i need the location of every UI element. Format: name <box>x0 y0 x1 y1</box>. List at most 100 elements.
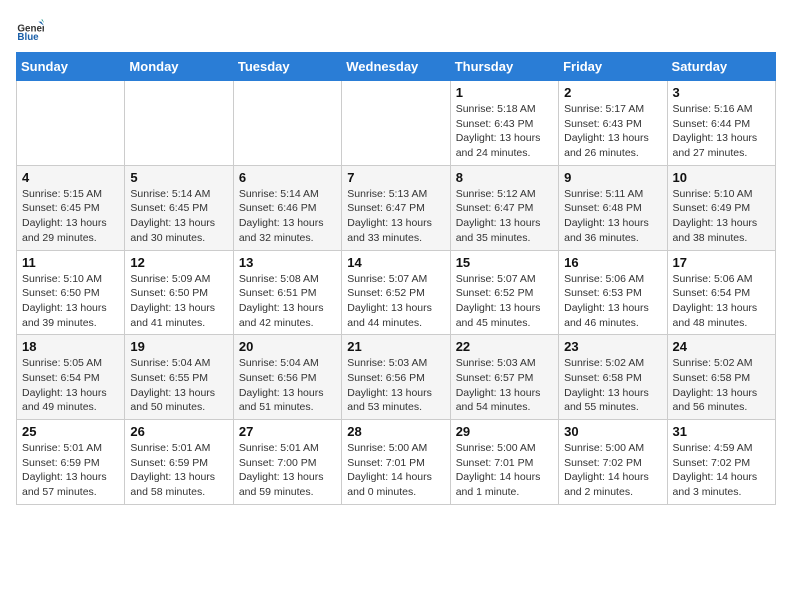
day-info: Sunrise: 5:06 AM Sunset: 6:54 PM Dayligh… <box>673 272 770 331</box>
day-number: 29 <box>456 424 553 439</box>
day-info: Sunrise: 5:04 AM Sunset: 6:56 PM Dayligh… <box>239 356 336 415</box>
header-cell-wednesday: Wednesday <box>342 53 450 81</box>
day-number: 27 <box>239 424 336 439</box>
calendar-cell: 14 Sunrise: 5:07 AM Sunset: 6:52 PM Dayli… <box>342 250 450 335</box>
day-info: Sunrise: 5:00 AM Sunset: 7:01 PM Dayligh… <box>456 441 553 500</box>
day-number: 20 <box>239 339 336 354</box>
day-number: 30 <box>564 424 661 439</box>
day-info: Sunrise: 5:18 AM Sunset: 6:43 PM Dayligh… <box>456 102 553 161</box>
header-cell-friday: Friday <box>559 53 667 81</box>
day-info: Sunrise: 4:59 AM Sunset: 7:02 PM Dayligh… <box>673 441 770 500</box>
calendar-cell: 29 Sunrise: 5:00 AM Sunset: 7:01 PM Dayli… <box>450 420 558 505</box>
day-number: 23 <box>564 339 661 354</box>
day-number: 5 <box>130 170 227 185</box>
day-number: 10 <box>673 170 770 185</box>
day-info: Sunrise: 5:05 AM Sunset: 6:54 PM Dayligh… <box>22 356 119 415</box>
day-number: 11 <box>22 255 119 270</box>
day-info: Sunrise: 5:01 AM Sunset: 6:59 PM Dayligh… <box>22 441 119 500</box>
day-info: Sunrise: 5:10 AM Sunset: 6:50 PM Dayligh… <box>22 272 119 331</box>
calendar-cell: 5 Sunrise: 5:14 AM Sunset: 6:45 PM Daylig… <box>125 165 233 250</box>
day-info: Sunrise: 5:02 AM Sunset: 6:58 PM Dayligh… <box>673 356 770 415</box>
day-info: Sunrise: 5:07 AM Sunset: 6:52 PM Dayligh… <box>456 272 553 331</box>
day-number: 13 <box>239 255 336 270</box>
day-info: Sunrise: 5:01 AM Sunset: 6:59 PM Dayligh… <box>130 441 227 500</box>
day-number: 26 <box>130 424 227 439</box>
day-number: 31 <box>673 424 770 439</box>
calendar-cell: 24 Sunrise: 5:02 AM Sunset: 6:58 PM Dayli… <box>667 335 775 420</box>
day-info: Sunrise: 5:13 AM Sunset: 6:47 PM Dayligh… <box>347 187 444 246</box>
calendar-cell: 17 Sunrise: 5:06 AM Sunset: 6:54 PM Dayli… <box>667 250 775 335</box>
calendar-cell: 19 Sunrise: 5:04 AM Sunset: 6:55 PM Dayli… <box>125 335 233 420</box>
day-number: 1 <box>456 85 553 100</box>
day-info: Sunrise: 5:11 AM Sunset: 6:48 PM Dayligh… <box>564 187 661 246</box>
day-info: Sunrise: 5:06 AM Sunset: 6:53 PM Dayligh… <box>564 272 661 331</box>
day-info: Sunrise: 5:12 AM Sunset: 6:47 PM Dayligh… <box>456 187 553 246</box>
day-number: 25 <box>22 424 119 439</box>
day-info: Sunrise: 5:03 AM Sunset: 6:56 PM Dayligh… <box>347 356 444 415</box>
calendar-cell: 10Sunrise: 5:10 AM Sunset: 6:49 PM Dayli… <box>667 165 775 250</box>
header-cell-saturday: Saturday <box>667 53 775 81</box>
day-info: Sunrise: 5:17 AM Sunset: 6:43 PM Dayligh… <box>564 102 661 161</box>
calendar-cell: 31 Sunrise: 4:59 AM Sunset: 7:02 PM Dayli… <box>667 420 775 505</box>
day-info: Sunrise: 5:09 AM Sunset: 6:50 PM Dayligh… <box>130 272 227 331</box>
calendar-cell: 13 Sunrise: 5:08 AM Sunset: 6:51 PM Dayli… <box>233 250 341 335</box>
calendar-cell <box>125 81 233 166</box>
calendar-week-row: 18 Sunrise: 5:05 AM Sunset: 6:54 PM Dayli… <box>17 335 776 420</box>
calendar-week-row: 25 Sunrise: 5:01 AM Sunset: 6:59 PM Dayli… <box>17 420 776 505</box>
calendar-cell: 21 Sunrise: 5:03 AM Sunset: 6:56 PM Dayli… <box>342 335 450 420</box>
calendar-cell: 18 Sunrise: 5:05 AM Sunset: 6:54 PM Dayli… <box>17 335 125 420</box>
calendar-cell: 28Sunrise: 5:00 AM Sunset: 7:01 PM Dayli… <box>342 420 450 505</box>
day-info: Sunrise: 5:04 AM Sunset: 6:55 PM Dayligh… <box>130 356 227 415</box>
calendar-cell: 12Sunrise: 5:09 AM Sunset: 6:50 PM Dayli… <box>125 250 233 335</box>
calendar-header-row: SundayMondayTuesdayWednesdayThursdayFrid… <box>17 53 776 81</box>
day-number: 21 <box>347 339 444 354</box>
day-number: 17 <box>673 255 770 270</box>
day-number: 24 <box>673 339 770 354</box>
calendar-cell: 3 Sunrise: 5:16 AM Sunset: 6:44 PM Daylig… <box>667 81 775 166</box>
calendar-cell: 8 Sunrise: 5:12 AM Sunset: 6:47 PM Daylig… <box>450 165 558 250</box>
calendar-cell: 16 Sunrise: 5:06 AM Sunset: 6:53 PM Dayli… <box>559 250 667 335</box>
calendar-cell: 25 Sunrise: 5:01 AM Sunset: 6:59 PM Dayli… <box>17 420 125 505</box>
day-info: Sunrise: 5:15 AM Sunset: 6:45 PM Dayligh… <box>22 187 119 246</box>
calendar-cell <box>342 81 450 166</box>
day-number: 2 <box>564 85 661 100</box>
day-info: Sunrise: 5:02 AM Sunset: 6:58 PM Dayligh… <box>564 356 661 415</box>
day-number: 9 <box>564 170 661 185</box>
header: General Blue <box>16 16 776 44</box>
calendar-cell <box>233 81 341 166</box>
calendar-cell: 9 Sunrise: 5:11 AM Sunset: 6:48 PM Daylig… <box>559 165 667 250</box>
calendar-cell: 7 Sunrise: 5:13 AM Sunset: 6:47 PM Daylig… <box>342 165 450 250</box>
calendar-cell: 6Sunrise: 5:14 AM Sunset: 6:46 PM Daylig… <box>233 165 341 250</box>
day-number: 16 <box>564 255 661 270</box>
day-number: 18 <box>22 339 119 354</box>
calendar-cell <box>17 81 125 166</box>
day-info: Sunrise: 5:08 AM Sunset: 6:51 PM Dayligh… <box>239 272 336 331</box>
day-info: Sunrise: 5:07 AM Sunset: 6:52 PM Dayligh… <box>347 272 444 331</box>
day-info: Sunrise: 5:01 AM Sunset: 7:00 PM Dayligh… <box>239 441 336 500</box>
calendar-cell: 11 Sunrise: 5:10 AM Sunset: 6:50 PM Dayli… <box>17 250 125 335</box>
calendar-week-row: 11 Sunrise: 5:10 AM Sunset: 6:50 PM Dayli… <box>17 250 776 335</box>
svg-text:Blue: Blue <box>17 32 39 43</box>
calendar-week-row: 1 Sunrise: 5:18 AM Sunset: 6:43 PM Daylig… <box>17 81 776 166</box>
header-cell-thursday: Thursday <box>450 53 558 81</box>
day-number: 19 <box>130 339 227 354</box>
calendar-cell: 20 Sunrise: 5:04 AM Sunset: 6:56 PM Dayli… <box>233 335 341 420</box>
calendar-table: SundayMondayTuesdayWednesdayThursdayFrid… <box>16 52 776 505</box>
day-number: 14 <box>347 255 444 270</box>
day-info: Sunrise: 5:00 AM Sunset: 7:01 PM Dayligh… <box>347 441 444 500</box>
day-number: 22 <box>456 339 553 354</box>
day-number: 3 <box>673 85 770 100</box>
calendar-cell: 1 Sunrise: 5:18 AM Sunset: 6:43 PM Daylig… <box>450 81 558 166</box>
day-info: Sunrise: 5:14 AM Sunset: 6:45 PM Dayligh… <box>130 187 227 246</box>
header-cell-monday: Monday <box>125 53 233 81</box>
logo: General Blue <box>16 16 48 44</box>
calendar-cell: 4Sunrise: 5:15 AM Sunset: 6:45 PM Daylig… <box>17 165 125 250</box>
calendar-cell: 15Sunrise: 5:07 AM Sunset: 6:52 PM Dayli… <box>450 250 558 335</box>
day-number: 7 <box>347 170 444 185</box>
day-info: Sunrise: 5:00 AM Sunset: 7:02 PM Dayligh… <box>564 441 661 500</box>
day-number: 8 <box>456 170 553 185</box>
header-cell-tuesday: Tuesday <box>233 53 341 81</box>
logo-icon: General Blue <box>16 16 44 44</box>
calendar-cell: 30 Sunrise: 5:00 AM Sunset: 7:02 PM Dayli… <box>559 420 667 505</box>
day-info: Sunrise: 5:16 AM Sunset: 6:44 PM Dayligh… <box>673 102 770 161</box>
